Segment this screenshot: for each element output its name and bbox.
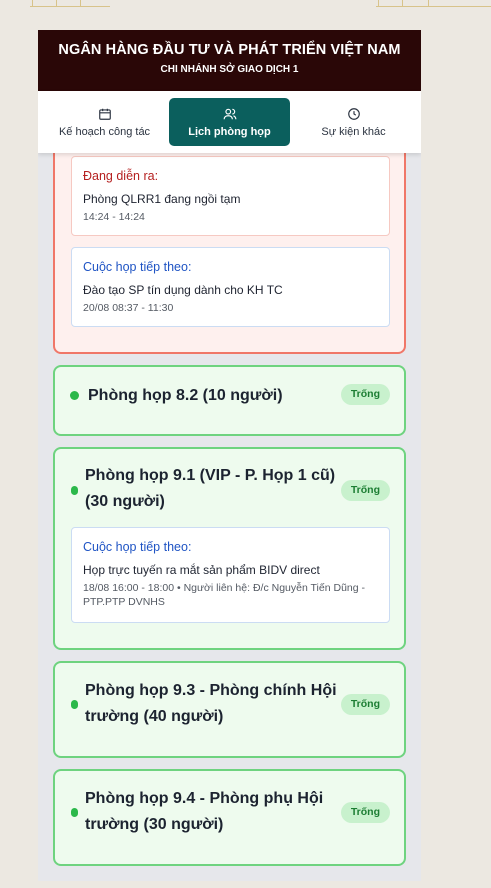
next-meeting: Cuộc họp tiếp theo: Đào tạo SP tín dụng … (71, 247, 390, 327)
room-card[interactable]: Phòng họp 8.2 (10 người) Trống (53, 365, 406, 436)
next-detail-line2: PTP.PTP DVNHS (83, 596, 165, 608)
room-name-line1: Phòng họp 9.4 - Phòng phụ Hội (85, 790, 324, 807)
room-name-line2: trường (40 người) (85, 708, 224, 725)
room-name: Phòng họp 8.2 (10 người) (88, 387, 283, 404)
tab-other-events[interactable]: Sự kiện khác (293, 98, 414, 146)
status-badge: Trống (340, 480, 390, 501)
room-card-busy[interactable]: Đang diễn ra: Phòng QLRR1 đang ngồi tạm … (53, 133, 406, 354)
tab-label: Sự kiện khác (321, 125, 386, 138)
app-window: NGÂN HÀNG ĐẦU TƯ VÀ PHÁT TRIỂN VIỆT NAM … (38, 30, 421, 881)
app-header: NGÂN HÀNG ĐẦU TƯ VÀ PHÁT TRIỂN VIỆT NAM … (38, 30, 421, 91)
status-badge: Trống (340, 802, 390, 823)
room-card[interactable]: Phòng họp 9.1 (VIP - P. Họp 1 cũ) (30 ng… (53, 447, 406, 650)
ongoing-label: Đang diễn ra: (83, 169, 159, 183)
room-name: Phòng họp 9.3 - Phòng chính Hội trường (… (85, 678, 337, 730)
room-card[interactable]: Phòng họp 9.3 - Phòng chính Hội trường (… (53, 661, 406, 758)
room-name: Phòng họp 9.1 (VIP - P. Họp 1 cũ) (30 ng… (85, 463, 335, 515)
next-details: 18/08 16:00 - 18:00 • Người liên hệ: Đ/c… (83, 581, 378, 609)
guide-line (30, 6, 110, 7)
status-badge: Trống (340, 384, 390, 405)
tab-label: Lịch phòng họp (188, 125, 271, 138)
status-dot (71, 486, 78, 495)
next-title: Họp trực tuyến ra mắt sản phẩm BIDV dire… (83, 563, 320, 577)
next-meeting: Cuộc họp tiếp theo: Họp trực tuyến ra mắ… (71, 527, 390, 623)
tab-label: Kế hoạch công tác (58, 125, 151, 138)
ongoing-meeting: Đang diễn ra: Phòng QLRR1 đang ngồi tạm … (71, 156, 390, 236)
room-name-line2: trường (30 người) (85, 816, 224, 833)
status-dot (71, 700, 78, 709)
room-name: Phòng họp 9.4 - Phòng phụ Hội trường (30… (85, 786, 323, 838)
next-detail-line1: 18/08 16:00 - 18:00 • Người liên hệ: Đ/c… (83, 582, 366, 594)
branch-name: CHI NHÁNH SỞ GIAO DỊCH 1 (160, 64, 299, 75)
next-label: Cuộc họp tiếp theo: (83, 260, 192, 274)
guide-line (376, 6, 491, 7)
next-title: Đào tạo SP tín dụng dành cho KH TC (83, 283, 283, 297)
tab-meeting-rooms[interactable]: Lịch phòng họp (169, 98, 290, 146)
room-name-line1: Phòng họp 9.1 (VIP - P. Họp 1 cũ) (85, 467, 336, 484)
calendar-icon (98, 108, 111, 120)
status-dot (71, 808, 78, 817)
next-time: 20/08 08:37 - 11:30 (83, 302, 174, 314)
bank-name: NGÂN HÀNG ĐẦU TƯ VÀ PHÁT TRIỂN VIỆT NAM (58, 42, 401, 58)
status-dot (70, 391, 79, 400)
clock-icon (347, 107, 360, 120)
ongoing-title: Phòng QLRR1 đang ngồi tạm (83, 192, 241, 206)
room-card[interactable]: Phòng họp 9.4 - Phòng phụ Hội trường (30… (53, 769, 406, 866)
room-name-line2: (30 người) (85, 493, 165, 510)
ongoing-time: 14:24 - 14:24 (83, 211, 145, 223)
tab-work-plan[interactable]: Kế hoạch công tác (44, 98, 165, 146)
users-icon (223, 108, 236, 119)
status-badge: Trống (340, 694, 390, 715)
tab-bar: Kế hoạch công tác Lịch phòng họp Sự kiện… (38, 91, 421, 153)
room-name-line1: Phòng họp 9.3 - Phòng chính Hội (85, 682, 337, 699)
next-label: Cuộc họp tiếp theo: (83, 540, 192, 554)
